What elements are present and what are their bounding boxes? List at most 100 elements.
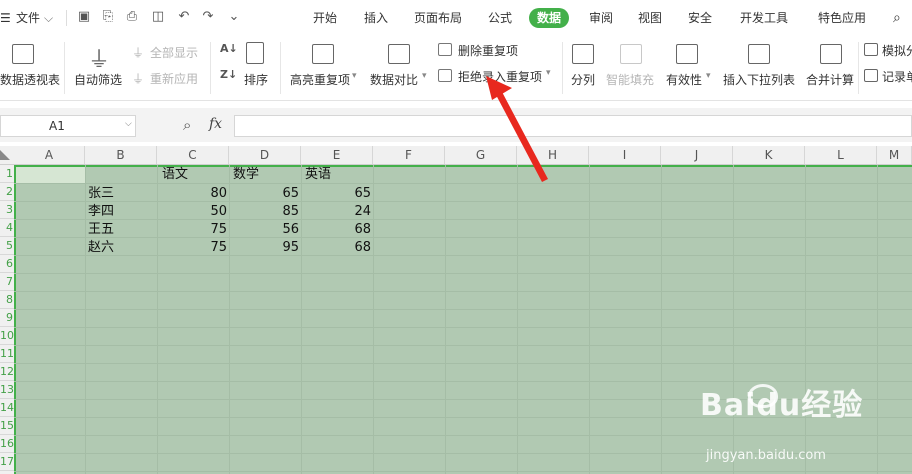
remove-duplicates-button[interactable]: 删除重复项	[458, 42, 518, 59]
row-header-15[interactable]: 15	[0, 417, 14, 435]
cell-e3[interactable]: 24	[301, 203, 371, 221]
cell-c3[interactable]: 50	[157, 203, 227, 221]
row-header-13[interactable]: 13	[0, 381, 14, 399]
cell-c2[interactable]: 80	[157, 185, 227, 203]
cell-d1-header[interactable]: 数学	[233, 166, 259, 184]
cell-c4[interactable]: 75	[157, 221, 227, 239]
name-box[interactable]: A1 ⌵	[0, 115, 136, 137]
column-header-i[interactable]: I	[589, 146, 661, 164]
sort-ascending-icon[interactable]: A↓	[220, 42, 238, 55]
cell-c1-header[interactable]: 语文	[162, 166, 188, 184]
menu-hamburger-icon[interactable]: ☰	[0, 8, 11, 28]
customize-chevron-icon[interactable]: ⌄	[226, 9, 242, 25]
divider	[64, 42, 65, 94]
pivot-table-button[interactable]: 数据透视表	[0, 36, 60, 100]
column-header-f[interactable]: F	[373, 146, 445, 164]
zoom-search-icon[interactable]: ⌕	[183, 116, 191, 134]
save-icon[interactable]: ▣	[76, 9, 92, 25]
row-header-7[interactable]: 7	[0, 273, 14, 291]
sort-button[interactable]: 排序	[240, 36, 274, 100]
row-header-4[interactable]: 4	[0, 219, 14, 237]
row-header-11[interactable]: 11	[0, 345, 14, 363]
cell-e1-header[interactable]: 英语	[305, 166, 331, 184]
row-header-17[interactable]: 17	[0, 453, 14, 471]
show-all-button[interactable]: 全部显示	[150, 44, 198, 61]
row-header-3[interactable]: 3	[0, 201, 14, 219]
tab-data[interactable]: 数据	[529, 8, 570, 28]
format-painter-icon[interactable]: ⎘	[100, 9, 116, 25]
divider	[66, 10, 67, 26]
column-header-e[interactable]: E	[301, 146, 373, 164]
row-header-2[interactable]: 2	[0, 183, 14, 201]
tab-page-layout[interactable]: 页面布局	[414, 8, 462, 28]
cell-d5[interactable]: 95	[229, 239, 299, 257]
tab-home[interactable]: 开始	[313, 8, 337, 28]
row-header-8[interactable]: 8	[0, 291, 14, 309]
row-header-16[interactable]: 16	[0, 435, 14, 453]
row-header-1[interactable]: 1	[0, 165, 14, 183]
cell-e2[interactable]: 65	[301, 185, 371, 203]
row-header-9[interactable]: 9	[0, 309, 14, 327]
selected-range[interactable]	[14, 165, 912, 474]
cell-e5[interactable]: 68	[301, 239, 371, 257]
data-compare-button[interactable]: 数据对比 ▾	[368, 36, 430, 100]
column-header-d[interactable]: D	[229, 146, 301, 164]
tab-security[interactable]: 安全	[688, 8, 712, 28]
menu-file[interactable]: 文件	[16, 8, 40, 28]
tab-view[interactable]: 视图	[638, 8, 662, 28]
cell-d2[interactable]: 65	[229, 185, 299, 203]
tab-developer[interactable]: 开发工具	[740, 8, 788, 28]
row-header-10[interactable]: 10	[0, 327, 14, 345]
cell-e4[interactable]: 68	[301, 221, 371, 239]
row-header-6[interactable]: 6	[0, 255, 14, 273]
tab-insert[interactable]: 插入	[364, 8, 388, 28]
redo-icon[interactable]: ↷	[200, 9, 216, 25]
merge-calculation-button[interactable]: 合并计算	[804, 36, 858, 100]
validity-button[interactable]: 有效性 ▾	[662, 36, 714, 100]
row-header-14[interactable]: 14	[0, 399, 14, 417]
reject-duplicates-icon	[438, 69, 452, 82]
cell-c5[interactable]: 75	[157, 239, 227, 257]
record-form-button[interactable]: 记录单	[882, 68, 912, 85]
chevron-down-icon[interactable]: ⌵	[125, 119, 132, 129]
column-header-j[interactable]: J	[661, 146, 733, 164]
column-header-l[interactable]: L	[805, 146, 877, 164]
smart-fill-button[interactable]: 智能填充	[604, 36, 658, 100]
print-icon[interactable]: ⎙	[124, 9, 140, 25]
cell-d4[interactable]: 56	[229, 221, 299, 239]
search-icon[interactable]: ⌕	[893, 8, 901, 28]
column-header-a[interactable]: A	[14, 146, 85, 164]
print-preview-icon[interactable]: ◫	[150, 9, 166, 25]
insert-dropdown-list-button[interactable]: 插入下拉列表	[720, 36, 800, 100]
split-column-button[interactable]: 分列	[566, 36, 600, 100]
data-compare-label: 数据对比	[370, 73, 419, 87]
row-header-5[interactable]: 5	[0, 237, 14, 255]
active-cell-a1[interactable]	[16, 167, 85, 183]
select-all-corner-icon[interactable]	[0, 150, 10, 160]
auto-filter-button[interactable]: ⏚ 自动筛选	[72, 36, 124, 100]
cell-b5[interactable]: 赵六	[88, 239, 114, 257]
undo-icon[interactable]: ↶	[176, 9, 192, 25]
cell-b4[interactable]: 王五	[88, 221, 114, 239]
tab-review[interactable]: 审阅	[589, 8, 613, 28]
highlight-duplicates-button[interactable]: 高亮重复项 ▾	[288, 36, 360, 100]
tab-formula[interactable]: 公式	[488, 8, 512, 28]
grid-line	[14, 363, 912, 364]
insert-dropdown-icon	[748, 44, 770, 64]
formula-input[interactable]	[234, 115, 912, 137]
column-header-b[interactable]: B	[85, 146, 157, 164]
column-header-k[interactable]: K	[733, 146, 805, 164]
chevron-down-icon[interactable]: ⌵	[44, 8, 53, 28]
column-header-m[interactable]: M	[877, 146, 912, 164]
validity-label: 有效性	[666, 73, 703, 87]
cell-b2[interactable]: 张三	[88, 185, 114, 203]
reapply-button[interactable]: 重新应用	[150, 70, 198, 87]
cell-b3[interactable]: 李四	[88, 203, 114, 221]
column-header-c[interactable]: C	[157, 146, 229, 164]
simulate-analysis-button[interactable]: 模拟分	[882, 42, 912, 59]
cell-d3[interactable]: 85	[229, 203, 299, 221]
tab-special[interactable]: 特色应用	[818, 8, 866, 28]
row-header-12[interactable]: 12	[0, 363, 14, 381]
sort-descending-icon[interactable]: Z↓	[220, 68, 237, 81]
fx-icon[interactable]: fx	[209, 116, 222, 132]
